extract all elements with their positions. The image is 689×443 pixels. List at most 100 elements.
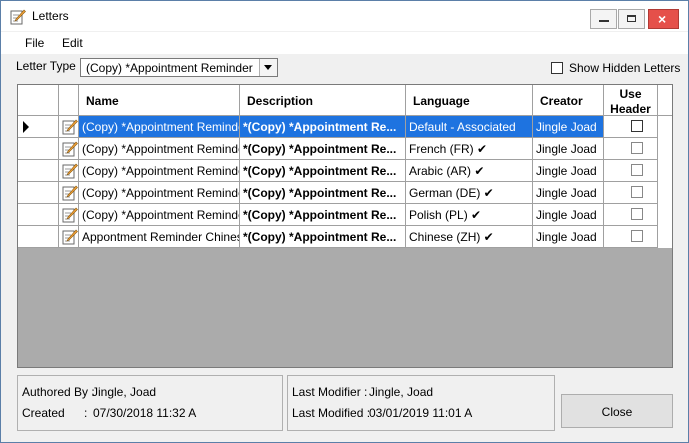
use-header-checkbox[interactable] (631, 186, 643, 198)
cell-name[interactable]: (Copy) *Appointment Reminder 4 (79, 182, 240, 204)
chevron-down-icon (264, 65, 272, 70)
letter-type-dropdown-button[interactable] (259, 59, 277, 76)
letters-grid[interactable]: Name Description Language Creator Use Hea… (17, 84, 673, 368)
created-separator: : (84, 406, 88, 420)
menu-file[interactable]: File (25, 36, 44, 50)
minimize-icon (599, 20, 609, 22)
maximize-icon (627, 15, 636, 22)
cell-use-header (604, 116, 658, 138)
cell-language[interactable]: French (FR) ✔ (406, 138, 533, 160)
header-creator[interactable]: Creator (533, 85, 604, 115)
window-close-button[interactable]: × (648, 9, 679, 29)
title-bar[interactable]: Letters × (1, 1, 688, 31)
cell-language[interactable]: German (DE) ✔ (406, 182, 533, 204)
created-value: 07/30/2018 11:32 A (93, 406, 197, 420)
cell-name[interactable]: Appontment Reminder Chinese (79, 226, 240, 248)
cell-use-header (604, 138, 658, 160)
cell-creator[interactable]: Jingle Joad (533, 204, 604, 226)
cell-description[interactable]: *(Copy) *Appointment Re... (240, 182, 406, 204)
letters-window: Letters × File Edit Letter Type (Copy) *… (0, 0, 689, 443)
row-icon-cell[interactable] (59, 116, 79, 138)
row-icon-cell[interactable] (59, 226, 79, 248)
letter-edit-icon (62, 185, 78, 201)
cell-creator[interactable]: Jingle Joad (533, 160, 604, 182)
row-header[interactable] (18, 138, 59, 160)
window-title: Letters (32, 9, 69, 23)
modified-panel: Last Modifier : Jingle, Joad Last Modifi… (287, 375, 555, 431)
menu-bar: File Edit (1, 32, 688, 54)
cell-language[interactable]: Arabic (AR) ✔ (406, 160, 533, 182)
use-header-checkbox[interactable] (631, 230, 643, 242)
header-use-header[interactable]: Use Header (604, 85, 658, 115)
cell-language[interactable]: Polish (PL) ✔ (406, 204, 533, 226)
table-row[interactable]: Appontment Reminder Chinese *(Copy) *Appo… (18, 226, 672, 248)
use-header-checkbox[interactable] (631, 208, 643, 220)
cell-language[interactable]: Default - Associated (406, 116, 533, 138)
cell-description[interactable]: *(Copy) *Appointment Re... (240, 226, 406, 248)
use-header-checkbox[interactable] (631, 164, 643, 176)
use-header-checkbox[interactable] (631, 120, 643, 132)
cell-description[interactable]: *(Copy) *Appointment Re... (240, 160, 406, 182)
row-icon-cell[interactable] (59, 160, 79, 182)
table-row[interactable]: (Copy) *Appointment Reminder 5*(Copy) *A… (18, 204, 672, 226)
row-icon-cell[interactable] (59, 182, 79, 204)
cell-use-header (604, 226, 658, 248)
last-modified-value: 03/01/2019 11:01 A (369, 406, 473, 420)
show-hidden-letters-label[interactable]: Show Hidden Letters (569, 61, 680, 75)
cell-creator[interactable]: Jingle Joad (533, 226, 604, 248)
row-header[interactable] (18, 160, 59, 182)
table-row[interactable]: (Copy) *Appointment Reminder 2*(Copy) *A… (18, 138, 672, 160)
created-label: Created (22, 406, 65, 420)
close-icon: × (658, 11, 667, 27)
table-row[interactable]: (Copy) *Appointment Reminder 4*(Copy) *A… (18, 182, 672, 204)
row-icon-cell[interactable] (59, 138, 79, 160)
close-button[interactable]: Close (561, 394, 673, 428)
header-language[interactable]: Language (406, 85, 533, 115)
letter-edit-icon (62, 229, 78, 245)
row-header[interactable] (18, 116, 59, 138)
cell-use-header (604, 204, 658, 226)
cell-language[interactable]: Chinese (ZH) ✔ (406, 226, 533, 248)
table-row[interactable]: (Copy) *Appointment Reminder 3*(Copy) *A… (18, 160, 672, 182)
cell-name[interactable]: (Copy) *Appointment Reminder 1 (79, 116, 240, 138)
row-header[interactable] (18, 226, 59, 248)
letter-edit-icon (62, 163, 78, 179)
use-header-checkbox[interactable] (631, 142, 643, 154)
maximize-button[interactable] (618, 9, 645, 29)
letter-edit-icon (62, 141, 78, 157)
cell-creator[interactable]: Jingle Joad (533, 138, 604, 160)
letter-edit-icon (62, 207, 78, 223)
row-header[interactable] (18, 204, 59, 226)
cell-description[interactable]: *(Copy) *Appointment Re... (240, 116, 406, 138)
header-name[interactable]: Name (79, 85, 240, 115)
cell-creator[interactable]: Jingle Joad (533, 182, 604, 204)
grid-header: Name Description Language Creator Use Hea… (18, 85, 672, 116)
header-description[interactable]: Description (240, 85, 406, 115)
cell-name[interactable]: (Copy) *Appointment Reminder 2 (79, 138, 240, 160)
letter-edit-icon (10, 9, 26, 25)
cell-description[interactable]: *(Copy) *Appointment Re... (240, 138, 406, 160)
authored-by-label: Authored By : (22, 385, 95, 399)
row-header[interactable] (18, 182, 59, 204)
cell-name[interactable]: (Copy) *Appointment Reminder 3 (79, 160, 240, 182)
menu-edit[interactable]: Edit (62, 36, 83, 50)
cell-creator[interactable]: Jingle Joad (533, 116, 604, 138)
cell-description[interactable]: *(Copy) *Appointment Re... (240, 204, 406, 226)
last-modified-label: Last Modified : (292, 406, 371, 420)
header-icon-col (59, 85, 79, 115)
letter-edit-icon (62, 119, 78, 135)
letter-type-value: (Copy) *Appointment Reminder (86, 61, 253, 75)
show-hidden-letters-checkbox[interactable] (551, 62, 563, 74)
cell-name[interactable]: (Copy) *Appointment Reminder 5 (79, 204, 240, 226)
row-icon-cell[interactable] (59, 204, 79, 226)
last-modifier-value: Jingle, Joad (369, 385, 434, 399)
cell-use-header (604, 182, 658, 204)
authored-panel: Authored By : Jingle, Joad Created : 07/… (17, 375, 283, 431)
authored-by-value: Jingle, Joad (92, 385, 157, 399)
last-modifier-label: Last Modifier : (292, 385, 368, 399)
minimize-button[interactable] (590, 9, 617, 29)
table-row[interactable]: (Copy) *Appointment Reminder 1*(Copy) *A… (18, 116, 672, 138)
cell-use-header (604, 160, 658, 182)
letter-type-select[interactable]: (Copy) *Appointment Reminder (80, 58, 278, 77)
header-rowhdr (18, 85, 59, 115)
